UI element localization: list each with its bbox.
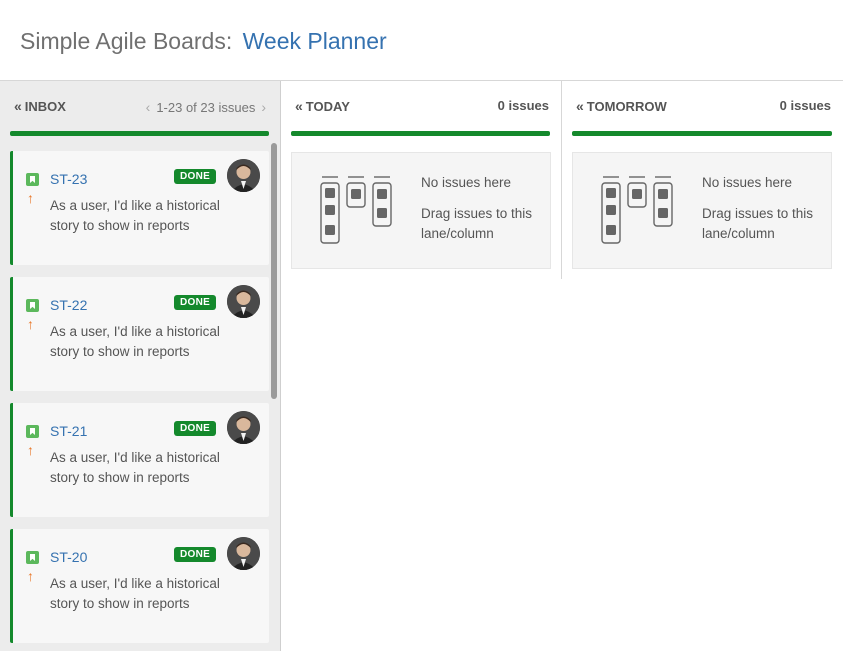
column-header: «TODAY 0 issues: [295, 98, 549, 116]
column-title[interactable]: «TOMORROW: [576, 98, 667, 114]
collapse-column-icon[interactable]: «: [295, 98, 303, 114]
empty-board-illustration: [601, 176, 673, 244]
avatar[interactable]: [227, 159, 260, 192]
empty-hint: Drag issues to this lane/column: [421, 206, 533, 241]
issue-summary: As a user, I'd like a historical story t…: [50, 450, 220, 485]
issue-key[interactable]: ST-20: [50, 549, 87, 565]
priority-arrow-icon: ↑: [27, 316, 34, 332]
chevron-right-icon[interactable]: ›: [261, 99, 266, 115]
status-badge: DONE: [174, 169, 217, 184]
empty-board-illustration: [320, 176, 392, 244]
status-badge: DONE: [174, 547, 217, 562]
avatar[interactable]: [227, 537, 260, 570]
issue-card[interactable]: ↑ ST-21 DONE As a user, I'd like a histo…: [10, 403, 269, 517]
story-icon: [26, 551, 39, 564]
issue-key[interactable]: ST-21: [50, 423, 87, 439]
column-header: «INBOX ‹ 1-23 of 23 issues ›: [14, 98, 268, 116]
status-badge: DONE: [174, 295, 217, 310]
column-progress-bar: [10, 131, 269, 136]
issue-summary: As a user, I'd like a historical story t…: [50, 324, 220, 359]
issue-count: 0 issues: [779, 98, 831, 113]
empty-drop-zone[interactable]: No issues here Drag issues to this lane/…: [291, 152, 551, 269]
issue-card[interactable]: ↑ ST-22 DONE As a user, I'd like a histo…: [10, 277, 269, 391]
priority-arrow-icon: ↑: [27, 442, 34, 458]
board: «INBOX ‹ 1-23 of 23 issues › ↑ ST-23 DONE …: [0, 80, 843, 651]
issue-summary: As a user, I'd like a historical story t…: [50, 198, 220, 233]
avatar[interactable]: [227, 285, 260, 318]
page-header: Simple Agile Boards: Week Planner: [20, 26, 387, 56]
collapse-column-icon[interactable]: «: [14, 98, 22, 114]
issue-card[interactable]: ↑ ST-23 DONE As a user, I'd like a histo…: [10, 151, 269, 265]
column-header: «TOMORROW 0 issues: [576, 98, 831, 116]
empty-title: No issues here: [702, 175, 793, 190]
chevron-left-icon[interactable]: ‹: [146, 99, 151, 115]
collapse-column-icon[interactable]: «: [576, 98, 584, 114]
issue-key[interactable]: ST-22: [50, 297, 87, 313]
column-title[interactable]: «INBOX: [14, 98, 66, 114]
app-title: Simple Agile Boards:: [20, 28, 233, 54]
column-title[interactable]: «TODAY: [295, 98, 350, 114]
issue-key[interactable]: ST-23: [50, 171, 87, 187]
column-inbox: «INBOX ‹ 1-23 of 23 issues › ↑ ST-23 DONE …: [0, 81, 281, 651]
empty-title: No issues here: [421, 175, 512, 190]
column-tomorrow: «TOMORROW 0 issues No issues here Drag i…: [562, 81, 843, 279]
scrollbar-thumb[interactable]: [271, 143, 277, 399]
avatar[interactable]: [227, 411, 260, 444]
priority-arrow-icon: ↑: [27, 568, 34, 584]
priority-arrow-icon: ↑: [27, 190, 34, 206]
column-today: «TODAY 0 issues No issues here Drag issu…: [281, 81, 562, 279]
story-icon: [26, 173, 39, 186]
story-icon: [26, 425, 39, 438]
status-badge: DONE: [174, 421, 217, 436]
column-progress-bar: [572, 131, 832, 136]
board-name-link[interactable]: Week Planner: [243, 28, 387, 54]
story-icon: [26, 299, 39, 312]
empty-hint: Drag issues to this lane/column: [702, 206, 814, 241]
issue-card[interactable]: ↑ ST-20 DONE As a user, I'd like a histo…: [10, 529, 269, 643]
pager-label: 1-23 of 23 issues: [156, 100, 256, 115]
pagination: ‹ 1-23 of 23 issues ›: [146, 99, 266, 115]
issue-count: 0 issues: [497, 98, 549, 113]
issue-summary: As a user, I'd like a historical story t…: [50, 576, 220, 611]
column-progress-bar: [291, 131, 550, 136]
empty-drop-zone[interactable]: No issues here Drag issues to this lane/…: [572, 152, 832, 269]
